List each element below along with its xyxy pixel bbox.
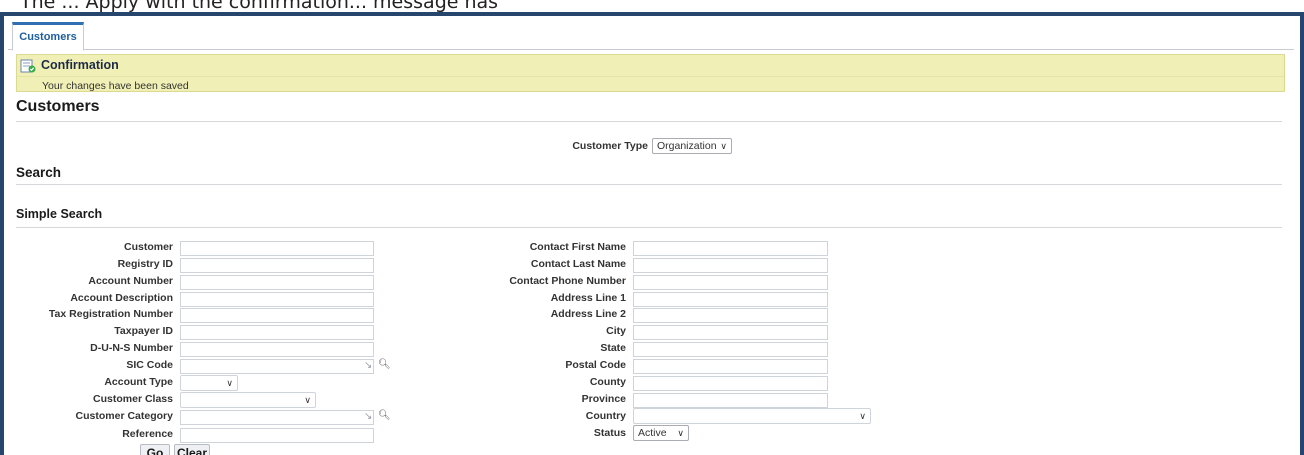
address-line-1-input[interactable] xyxy=(633,292,828,307)
account-type-label: Account Type xyxy=(104,376,173,388)
city-label: City xyxy=(606,325,626,337)
taxpayer-id-input[interactable] xyxy=(180,325,374,340)
tab-bar: Customers xyxy=(8,20,1294,51)
customer-class-label: Customer Class xyxy=(93,393,173,405)
tab-customers[interactable]: Customers xyxy=(12,22,84,51)
customer-type-value: Organization xyxy=(657,140,717,152)
sic-code-input[interactable] xyxy=(180,359,374,374)
address-line-2-input[interactable] xyxy=(633,308,828,323)
customer-class-select[interactable]: ∨ xyxy=(180,392,316,408)
chevron-down-icon: ∨ xyxy=(677,428,684,438)
tax-registration-label: Tax Registration Number xyxy=(48,308,173,320)
page-title: Customers xyxy=(16,98,100,115)
customer-category-label: Customer Category xyxy=(75,410,173,422)
status-value: Active xyxy=(638,427,667,439)
customer-input[interactable] xyxy=(180,241,374,256)
sic-code-label: SIC Code xyxy=(126,359,173,371)
country-label: Country xyxy=(585,410,626,422)
account-description-label: Account Description xyxy=(70,292,173,304)
confirmation-message: Your changes have been saved xyxy=(42,80,189,92)
title-divider xyxy=(16,121,1282,122)
simple-search-divider xyxy=(16,227,1282,228)
search-icon[interactable]: 🔍︎ xyxy=(378,359,391,370)
status-label: Status xyxy=(593,427,626,439)
account-type-select[interactable]: ∨ xyxy=(180,375,238,391)
tax-registration-input[interactable] xyxy=(180,308,374,323)
customer-category-input[interactable] xyxy=(180,410,374,425)
contact-last-name-label: Contact Last Name xyxy=(530,258,626,270)
customer-label: Customer xyxy=(123,241,173,253)
contact-phone-input[interactable] xyxy=(633,275,828,290)
chevron-down-icon: ∨ xyxy=(226,378,233,388)
confirmation-divider xyxy=(17,76,1284,77)
state-input[interactable] xyxy=(633,342,828,357)
address-line-2-label: Address Line 2 xyxy=(550,308,626,320)
customer-type-select[interactable]: Organization ∨ xyxy=(652,138,732,154)
simple-search-title: Simple Search xyxy=(16,207,103,221)
search-title: Search xyxy=(16,165,62,180)
confirmation-icon xyxy=(20,59,36,73)
country-select[interactable]: ∨ xyxy=(633,408,871,424)
status-select[interactable]: Active ∨ xyxy=(633,425,689,441)
chevron-down-icon: ∨ xyxy=(304,395,311,405)
reference-label: Reference xyxy=(122,428,173,440)
account-number-input[interactable] xyxy=(180,275,374,290)
address-line-1-label: Address Line 1 xyxy=(550,292,626,304)
confirmation-title: Confirmation xyxy=(41,58,119,72)
state-label: State xyxy=(600,342,626,354)
city-input[interactable] xyxy=(633,325,828,340)
postal-code-label: Postal Code xyxy=(565,359,626,371)
taxpayer-id-label: Taxpayer ID xyxy=(114,325,173,337)
clear-field-icon[interactable]: ↘ xyxy=(364,411,372,422)
duns-number-label: D-U-N-S Number xyxy=(90,342,173,354)
customer-type-label: Customer Type xyxy=(572,140,648,152)
contact-last-name-input[interactable] xyxy=(633,258,828,273)
chevron-down-icon: ∨ xyxy=(859,411,866,421)
registry-id-label: Registry ID xyxy=(117,258,173,270)
registry-id-input[interactable] xyxy=(180,258,374,273)
reference-input[interactable] xyxy=(180,428,374,443)
chevron-down-icon: ∨ xyxy=(720,141,727,151)
contact-first-name-label: Contact First Name xyxy=(529,241,626,253)
province-input[interactable] xyxy=(633,393,828,408)
postal-code-input[interactable] xyxy=(633,359,828,374)
account-description-input[interactable] xyxy=(180,292,374,307)
contact-phone-label: Contact Phone Number xyxy=(509,275,626,287)
window-caption: The ... Apply with the confirmation... m… xyxy=(0,0,1304,12)
contact-first-name-input[interactable] xyxy=(633,241,828,256)
province-label: Province xyxy=(581,393,626,405)
confirmation-banner: Confirmation Your changes have been save… xyxy=(16,54,1285,92)
search-icon[interactable]: 🔍︎ xyxy=(378,410,391,421)
caption-text: The ... Apply with the confirmation... m… xyxy=(20,0,499,12)
county-label: County xyxy=(589,376,626,388)
account-number-label: Account Number xyxy=(88,275,173,287)
go-button[interactable]: Go xyxy=(140,444,170,455)
clear-button[interactable]: Clear xyxy=(174,444,210,455)
county-input[interactable] xyxy=(633,376,828,391)
search-divider xyxy=(16,184,1282,185)
duns-number-input[interactable] xyxy=(180,342,374,357)
clear-field-icon[interactable]: ↘ xyxy=(364,360,372,371)
